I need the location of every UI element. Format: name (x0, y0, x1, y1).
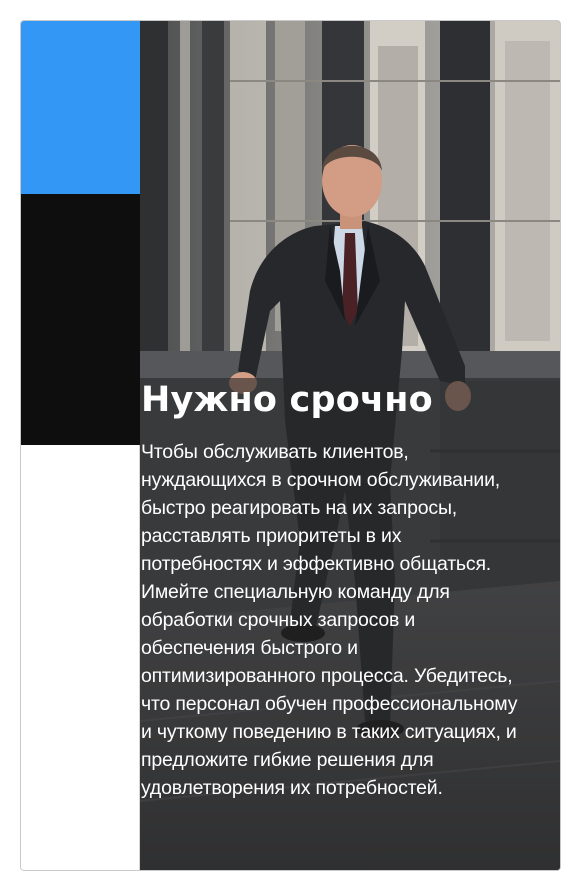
card-body-text: Чтобы обслуживать клиентов, нуждающихся … (141, 441, 518, 799)
blue-accent-block (21, 21, 140, 194)
white-spacer-block (21, 445, 140, 870)
color-blocks (21, 21, 140, 870)
card-title: Нужно срочно (141, 380, 433, 420)
black-accent-block (21, 194, 140, 445)
